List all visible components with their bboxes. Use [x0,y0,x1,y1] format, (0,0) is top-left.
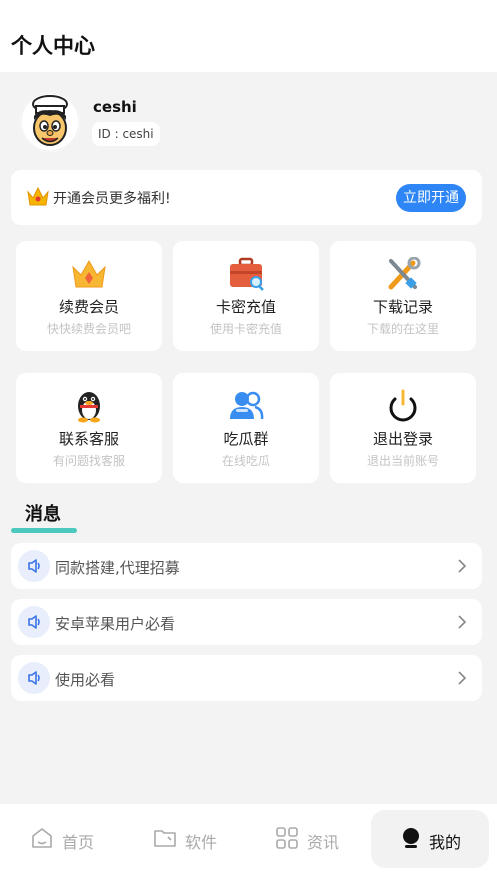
card-title: 联系客服 [58,430,119,448]
tab-label: 资讯 [307,833,340,852]
tab-label: 我的 [429,833,462,852]
messages-section-title: 消息 [25,504,61,525]
tab-software[interactable]: 软件 [143,804,243,874]
card-subtitle: 快快续费会员吧 [46,322,131,336]
avatar[interactable] [20,92,80,152]
vip-promo-text: 开通会员更多福利! [53,191,171,207]
group-chat-card[interactable]: 吃瓜群 在线吃瓜 [173,373,319,483]
message-item[interactable]: 安卓苹果用户必看 [11,599,482,645]
user-id-badge: ID : ceshi [92,122,160,146]
tab-label: 首页 [62,833,95,852]
card-title: 续费会员 [58,298,119,316]
message-text: 使用必看 [55,671,116,689]
user-id-prefix: ID : [98,127,123,141]
open-vip-button[interactable]: 立即开通 [396,184,466,212]
card-subtitle: 有问题找客服 [52,454,125,468]
section-underline [11,528,77,533]
speaker-icon [18,606,50,638]
chevron-right-icon [458,671,467,685]
tab-mine[interactable]: 我的 [389,804,489,874]
card-title: 退出登录 [372,430,433,448]
home-icon [32,828,52,848]
tools-icon [388,257,421,290]
header: 个人中心 [0,0,497,72]
crown-icon [72,259,106,288]
card-subtitle: 下载的在这里 [366,322,439,336]
page-title: 个人中心 [11,34,95,58]
folder-icon [154,830,176,847]
user-icon [403,828,419,848]
tab-news[interactable]: 资讯 [265,804,365,874]
message-text: 同款搭建,代理招募 [55,559,180,577]
card-subtitle: 退出当前账号 [366,454,439,468]
group-icon [230,391,264,420]
profile-section: ceshi ID : ceshi [0,72,497,162]
card-title: 卡密充值 [215,298,276,316]
chevron-right-icon [458,615,467,629]
card-title: 吃瓜群 [223,430,269,448]
chef-avatar-icon [20,92,80,152]
card-subtitle: 在线吃瓜 [221,454,270,468]
chevron-right-icon [458,559,467,573]
power-icon [389,389,417,422]
card-recharge-card[interactable]: 卡密充值 使用卡密充值 [173,241,319,351]
user-id-value: ceshi [122,127,154,141]
briefcase-icon [230,257,264,291]
message-item[interactable]: 同款搭建,代理招募 [11,543,482,589]
message-text: 安卓苹果用户必看 [55,615,176,633]
grid-icon [276,827,298,849]
renew-membership-card[interactable]: 续费会员 快快续费会员吧 [16,241,162,351]
download-records-card[interactable]: 下载记录 下载的在这里 [330,241,476,351]
card-title: 下载记录 [372,298,433,316]
tab-home[interactable]: 首页 [20,804,120,874]
crown-icon [27,186,49,206]
logout-card[interactable]: 退出登录 退出当前账号 [330,373,476,483]
tab-label: 软件 [185,833,218,852]
speaker-icon [18,550,50,582]
bottom-tab-bar: 首页 软件 资讯 我的 [0,804,497,874]
card-subtitle: 使用卡密充值 [209,322,282,336]
penguin-icon [78,392,100,423]
message-item[interactable]: 使用必看 [11,655,482,701]
vip-banner[interactable]: 开通会员更多福利! 立即开通 [11,170,482,225]
username: ceshi [93,98,137,116]
contact-support-card[interactable]: 联系客服 有问题找客服 [16,373,162,483]
speaker-icon [18,662,50,694]
